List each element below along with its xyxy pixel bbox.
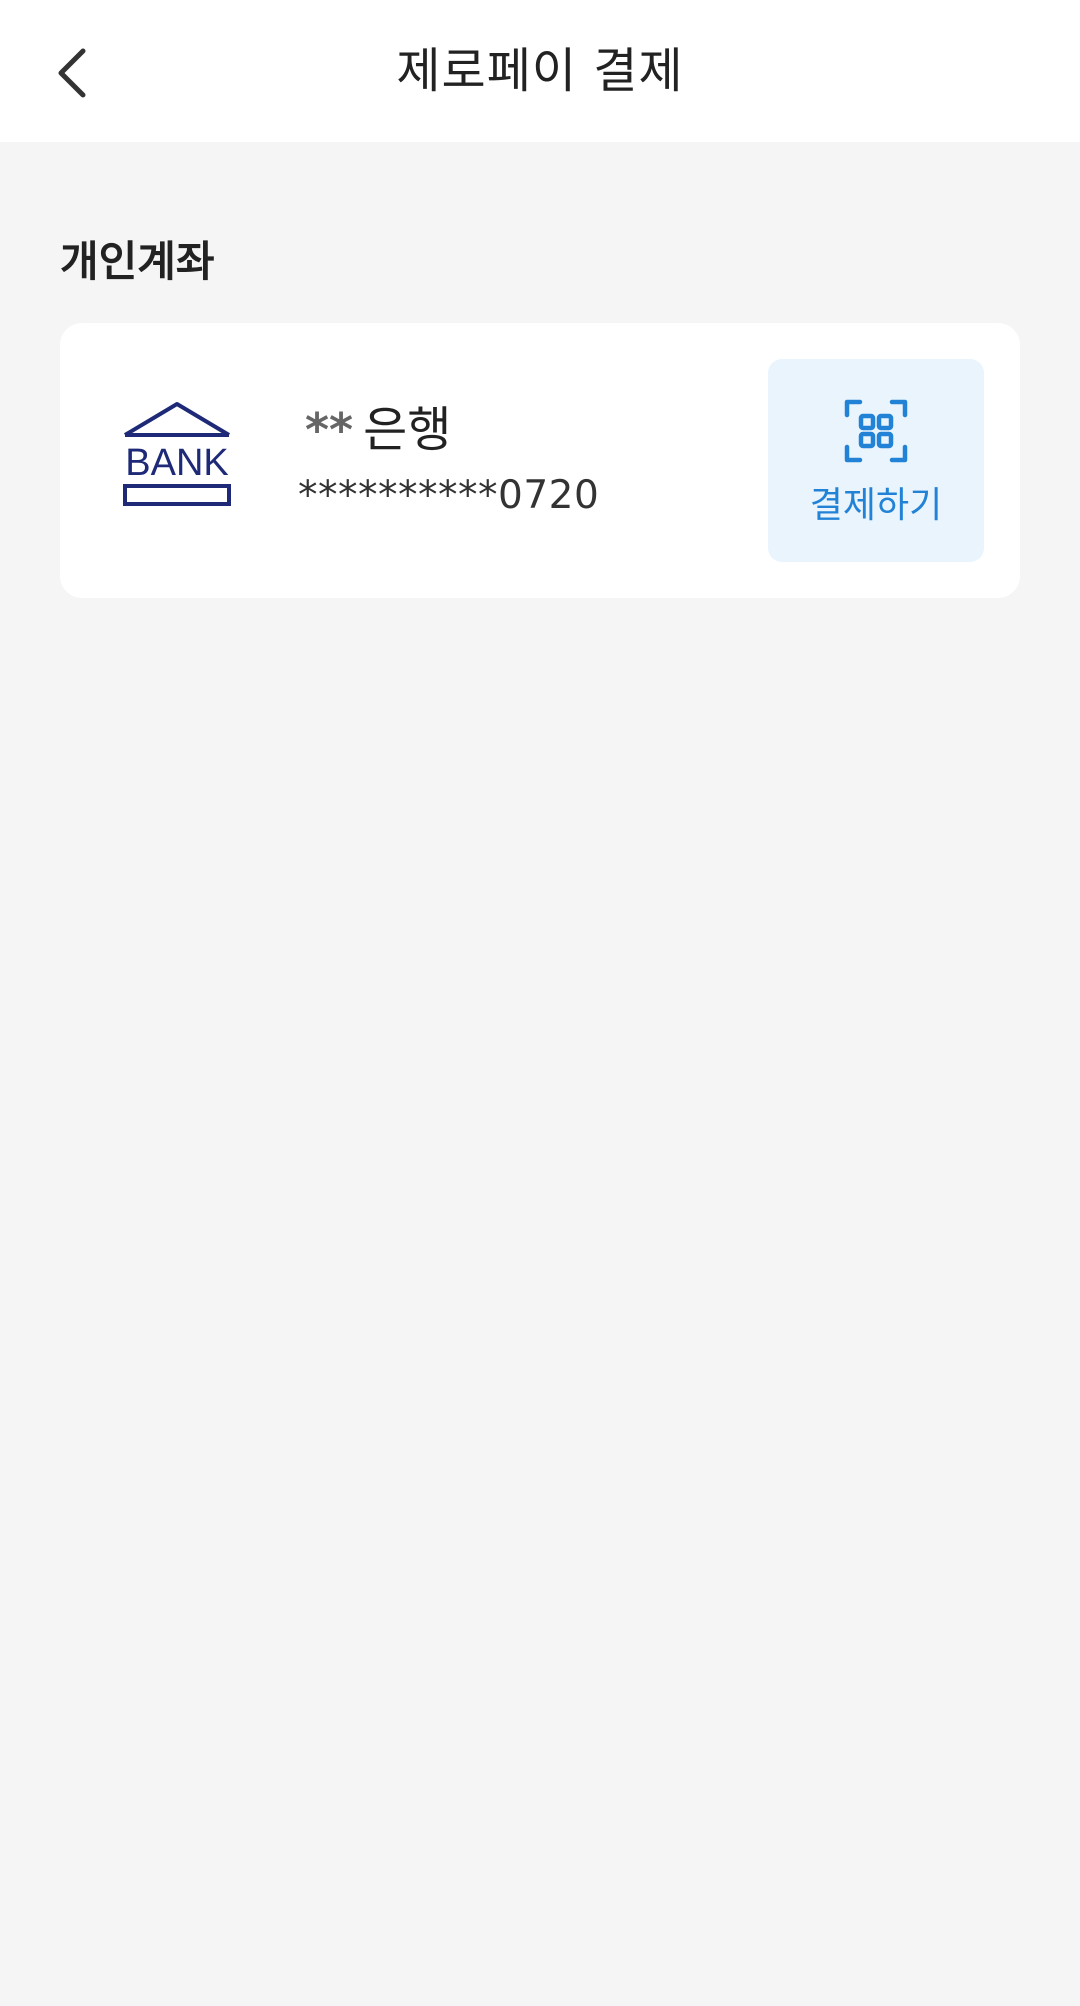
section-title-personal-account: 개인계좌	[60, 237, 215, 286]
qr-scan-icon	[844, 399, 908, 463]
pay-button[interactable]: 결제하기	[768, 359, 984, 562]
bank-name-label: 은행	[363, 402, 452, 458]
bank-name-mask: **	[305, 403, 354, 457]
account-number: **********0720	[298, 473, 600, 518]
bank-logo-text: BANK	[125, 442, 228, 484]
bank-icon: BANK	[123, 402, 231, 506]
pay-button-label: 결제하기	[809, 485, 943, 526]
account-card[interactable]: BANK ** 은행 **********0720 결제하기	[60, 323, 1020, 598]
top-app-bar: 제로페이 결제	[0, 0, 1080, 142]
bank-name: ** 은행	[305, 398, 451, 462]
page-title: 제로페이 결제	[396, 43, 684, 99]
